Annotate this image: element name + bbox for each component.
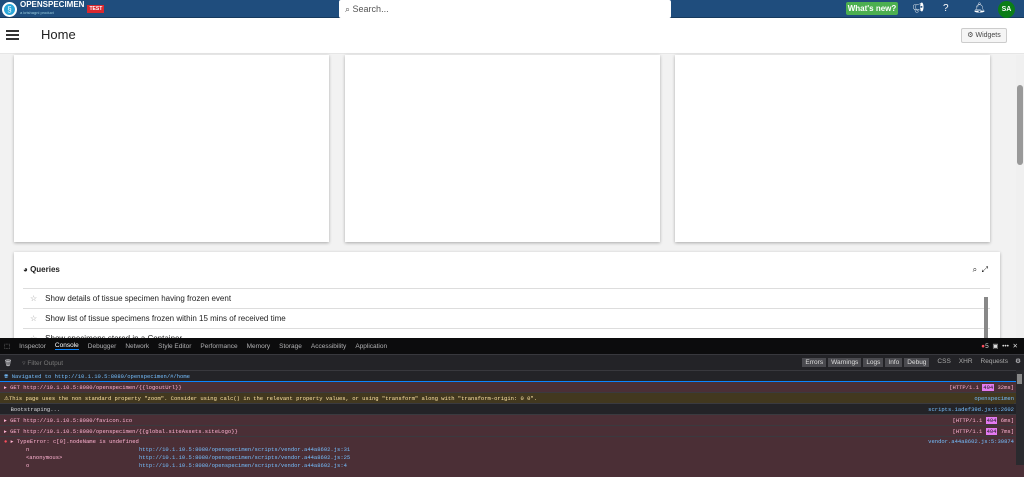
expand-icon[interactable]: ⤢ (982, 265, 988, 274)
page-title: Home (41, 27, 76, 42)
env-badge: TEST (87, 5, 105, 13)
tab-network[interactable]: Network (125, 343, 149, 350)
status-badge: 404 (982, 384, 995, 391)
widget-card (14, 55, 329, 242)
menu-icon[interactable] (6, 30, 19, 42)
search-icon: ⌕ (345, 4, 353, 14)
page-header: Home ⚙ Widgets (0, 18, 1024, 54)
filter-css[interactable]: CSS (937, 358, 950, 367)
help-icon[interactable]: ? (943, 3, 949, 14)
dashboard-icon: ◕ (23, 265, 31, 274)
star-icon[interactable]: ☆ (30, 294, 37, 303)
error-count: 5 (985, 343, 989, 350)
console-scrollbar[interactable] (1016, 370, 1024, 465)
message-source[interactable]: scripts.1adef39d.js:1:2602 (928, 404, 1014, 415)
filter-input[interactable]: ▿ Filter Output (22, 359, 63, 367)
queries-widget: ◕ Queries ⌕ ⤢ ☆ Show details of tissue sp… (14, 252, 1000, 349)
brand-name: OPENSPECIMEN (20, 0, 85, 9)
tab-performance[interactable]: Performance (200, 343, 237, 350)
widget-card (345, 55, 660, 242)
close-icon[interactable]: ✕ (1013, 343, 1018, 350)
tab-style-editor[interactable]: Style Editor (158, 343, 191, 350)
filter-errors[interactable]: Errors (802, 358, 827, 367)
tab-console[interactable]: Console (54, 342, 79, 350)
more-icon[interactable]: ••• (1002, 343, 1009, 350)
console-error: ● ▸ TypeError: c[0].nodeName is undefine… (0, 437, 1024, 477)
globe-icon: 🌐︎ (4, 373, 12, 380)
message-source[interactable]: vendor.a44a8602.js:5:30874 (928, 438, 1014, 446)
stack-frame: <anonymous> http://10.1.10.5:8080/openspe… (26, 454, 351, 461)
whats-new-button[interactable]: What's new? (846, 2, 898, 15)
devtools-panel: ⬚ Inspector Console Debugger Network Sty… (0, 338, 1024, 477)
list-item[interactable]: ☆ Show details of tissue specimen having … (23, 289, 990, 309)
console-message: 🌐︎ Navigated to http://10.1.10.5:8080/op… (0, 371, 1024, 382)
console-message: ⚠This page uses the non standard propert… (0, 393, 1024, 404)
widget-card (675, 55, 990, 242)
queries-title: Queries (30, 265, 60, 274)
filter-debug[interactable]: Debug (904, 358, 930, 367)
screenshot-icon[interactable]: ▣ (992, 343, 998, 350)
tab-debugger[interactable]: Debugger (88, 343, 117, 350)
console-toolbar: 🗑︎ ▿ Filter Output Errors Warnings Logs … (0, 355, 1024, 371)
brand-sub: a krishagni product (20, 10, 54, 15)
status-badge: 404 (985, 428, 998, 435)
picker-icon[interactable]: ⬚ (4, 342, 10, 350)
console-message[interactable]: ▸ GET http://10.1.10.5:8080/openspecimen… (0, 426, 1024, 437)
logo-icon: § (2, 1, 17, 17)
tab-application[interactable]: Application (355, 343, 387, 350)
tab-storage[interactable]: Storage (279, 343, 302, 350)
page-scrollbar[interactable] (1016, 55, 1024, 338)
console-message[interactable]: ▸ GET http://10.1.10.5:8080/openspecimen… (0, 382, 1024, 393)
filter-warnings[interactable]: Warnings (828, 358, 862, 367)
trash-icon[interactable]: 🗑︎ (4, 359, 12, 367)
filter-info[interactable]: Info (885, 358, 903, 367)
openspecimen-logo[interactable]: § OPENSPECIMEN a krishagni product TEST (2, 0, 105, 17)
filter-xhr[interactable]: XHR (959, 358, 973, 367)
settings-icon[interactable]: ⚙ (1015, 357, 1021, 365)
stack-frame: o http://10.1.10.5:8080/openspecimen/scri… (26, 462, 347, 469)
devtools-tabs: ⬚ Inspector Console Debugger Network Sty… (0, 338, 1024, 355)
console-message: Bootstraping... scripts.1adef39d.js:1:260… (0, 404, 1024, 415)
tab-memory[interactable]: Memory (247, 343, 270, 350)
filter-logs[interactable]: Logs (863, 358, 884, 367)
error-icon: ● (4, 438, 8, 445)
avatar[interactable]: SA (998, 1, 1015, 18)
status-badge: 404 (985, 417, 998, 424)
megaphone-icon[interactable]: 📢︎ (912, 3, 925, 14)
tab-accessibility[interactable]: Accessibility (311, 343, 346, 350)
queries-scrollbar[interactable] (984, 297, 988, 342)
search-input[interactable]: ⌕ Search... (339, 0, 671, 18)
list-item[interactable]: ☆ Show list of tissue specimens frozen wi… (23, 309, 990, 329)
bell-icon[interactable]: 🔔︎ (973, 3, 986, 14)
message-source[interactable]: openspecimen (974, 393, 1014, 404)
widgets-button[interactable]: ⚙ Widgets (961, 28, 1007, 43)
filter-requests[interactable]: Requests (981, 358, 1008, 367)
star-icon[interactable]: ☆ (30, 314, 37, 323)
stack-frame: n http://10.1.10.5:8080/openspecimen/scri… (26, 446, 351, 453)
top-navbar: § OPENSPECIMEN a krishagni product TEST ⌕… (0, 0, 1024, 18)
tab-inspector[interactable]: Inspector (19, 343, 46, 350)
search-icon[interactable]: ⌕ (973, 265, 977, 274)
console-message[interactable]: ▸ GET http://10.1.10.5:8080/favicon.ico[… (0, 415, 1024, 426)
